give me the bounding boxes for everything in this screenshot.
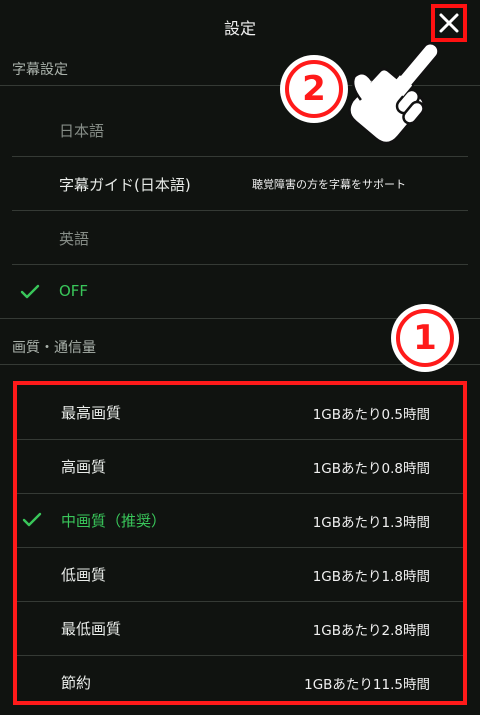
option-value: 1GBあたり0.8時間: [312, 461, 430, 477]
option-value: 1GBあたり11.5時間: [304, 677, 430, 693]
option-label: 最低画質: [61, 620, 122, 638]
quality-section-heading: 画質・通信量: [12, 340, 96, 356]
option-value: 1GBあたり0.5時間: [312, 407, 430, 423]
subtitle-option-english[interactable]: 英語: [12, 211, 468, 265]
option-value: 1GBあたり1.3時間: [312, 515, 430, 531]
option-label: 節約: [61, 674, 92, 692]
badge-number: 2: [285, 60, 343, 118]
quality-options-highlight: 最高画質 1GBあたり0.5時間 高画質 1GBあたり0.8時間 中画質（推奨）…: [13, 381, 467, 705]
option-label: 最高画質: [61, 404, 122, 422]
option-label: 日本語: [59, 122, 105, 140]
option-label: 中画質（推奨）: [61, 512, 167, 530]
option-label: 高画質: [61, 458, 107, 476]
badge-number: 1: [396, 309, 454, 367]
option-value: 1GBあたり2.8時間: [312, 623, 430, 639]
quality-option-high[interactable]: 高画質 1GBあたり0.8時間: [17, 439, 463, 493]
subtitle-section-heading: 字幕設定: [12, 62, 68, 78]
quality-option-medium[interactable]: 中画質（推奨） 1GBあたり1.3時間: [17, 493, 463, 547]
option-value: 1GBあたり1.8時間: [312, 569, 430, 585]
quality-option-saver[interactable]: 節約 1GBあたり11.5時間: [17, 655, 463, 709]
quality-option-low[interactable]: 低画質 1GBあたり1.8時間: [17, 547, 463, 601]
annotation-badge-1: 1: [391, 304, 459, 372]
pointing-hand-icon: [348, 42, 440, 145]
annotation-badge-2: 2: [280, 55, 348, 123]
subtitle-option-off[interactable]: OFF: [12, 265, 468, 319]
option-label: OFF: [59, 282, 89, 300]
close-icon: [439, 13, 459, 33]
quality-option-lowest[interactable]: 最低画質 1GBあたり2.8時間: [17, 601, 463, 655]
check-icon: [22, 512, 42, 527]
option-label: 英語: [59, 230, 90, 248]
option-label: 字幕ガイド(日本語): [59, 176, 191, 194]
quality-option-highest[interactable]: 最高画質 1GBあたり0.5時間: [17, 385, 463, 439]
subtitle-option-guide-japanese[interactable]: 字幕ガイド(日本語) 聴覚障害の方を字幕をサポート: [12, 157, 468, 211]
option-label: 低画質: [61, 566, 107, 584]
option-description: 聴覚障害の方を字幕をサポート: [252, 178, 406, 191]
check-icon: [20, 284, 40, 299]
